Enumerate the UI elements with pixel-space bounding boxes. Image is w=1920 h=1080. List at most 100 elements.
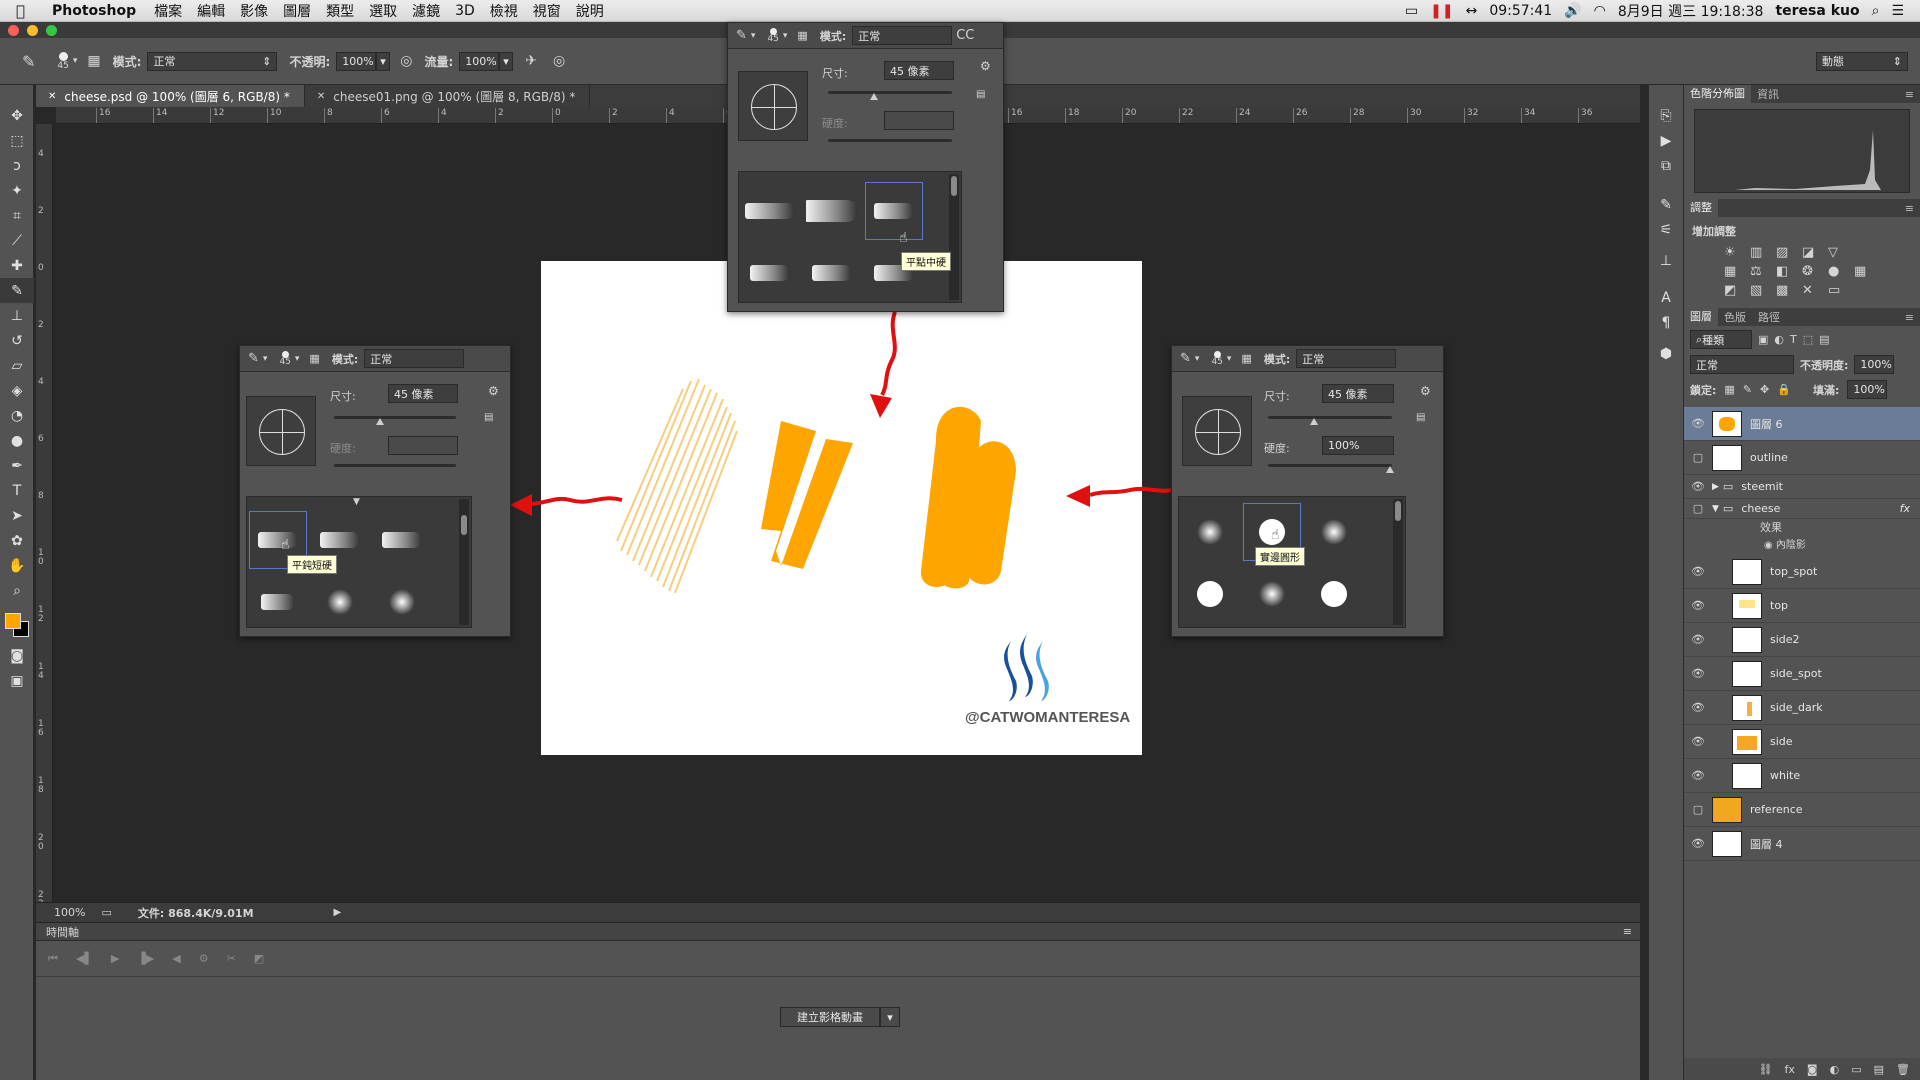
visibility-eye-icon[interactable]: 👁 (1684, 769, 1712, 782)
preset-fan-brush[interactable] (803, 182, 861, 240)
status-menu-arrow-icon[interactable]: ▶ (334, 907, 342, 918)
panel-menu-icon[interactable]: ≡ (1899, 311, 1920, 324)
gear-icon[interactable]: ⚙ (1420, 384, 1431, 398)
presets-scrollbar[interactable] (459, 499, 469, 625)
gear-icon[interactable]: ⚙ (980, 59, 991, 73)
size-slider[interactable] (334, 416, 456, 419)
gradient-map-icon[interactable]: ▭ (1828, 283, 1852, 298)
layer-opacity-field[interactable]: 100% (1854, 355, 1895, 374)
play-icon[interactable]: ▶ (111, 952, 119, 965)
brush-tool-icon[interactable]: ✎ (736, 28, 747, 43)
hardness-field[interactable] (884, 111, 954, 130)
selective-icon[interactable]: ✕ (1802, 283, 1826, 298)
preset-hard-round-3[interactable] (1305, 565, 1363, 623)
delete-layer-icon[interactable]: 🗑 (1896, 1063, 1910, 1076)
mode-select[interactable]: 正常 (1296, 349, 1397, 368)
3d-icon[interactable]: ⬢ (1649, 341, 1683, 366)
brush-presets-grid[interactable]: 實邊圓形 ☝ (1178, 496, 1406, 628)
brightness-icon[interactable]: ☀ (1724, 245, 1748, 260)
layer-row[interactable]: 👁 side (1684, 725, 1920, 759)
visibility-eye-icon[interactable]: 👁 (1684, 667, 1712, 680)
layer-kind-select[interactable]: ⌕ 種類 (1690, 330, 1752, 349)
mode-select[interactable]: 正常 (852, 26, 953, 45)
add-mask-icon[interactable]: ◙ (1807, 1063, 1818, 1076)
link-layers-icon[interactable]: ⛓ (1759, 1063, 1773, 1076)
character-icon[interactable]: A (1649, 285, 1683, 310)
brush-panel-icon[interactable]: ✎ (1649, 192, 1683, 217)
hardness-slider[interactable] (1268, 464, 1392, 467)
posterize-icon[interactable]: ▧ (1750, 283, 1774, 298)
curves-icon[interactable]: ▨ (1776, 245, 1800, 260)
brush-presets-grid[interactable]: ▼ 平鈍短硬 ☝ (246, 496, 472, 628)
hue-icon[interactable]: ▦ (1724, 264, 1748, 279)
proof-icon[interactable]: ▭ (101, 906, 111, 919)
presets-scrollbar[interactable] (949, 174, 959, 300)
visibility-eye-icon[interactable]: 👁 (1684, 633, 1712, 646)
panel-menu-icon[interactable]: ≡ (1623, 925, 1632, 938)
properties-icon[interactable]: ⧉ (1649, 153, 1683, 178)
new-adjustment-icon[interactable]: ◐ (1830, 1063, 1840, 1076)
layer-row[interactable]: 👁 side_spot (1684, 657, 1920, 691)
layer-row[interactable]: 👁 side2 (1684, 623, 1920, 657)
levels-icon[interactable]: ▥ (1750, 245, 1774, 260)
history-icon[interactable]: ⎘ (1649, 103, 1683, 128)
filter-pixel-icon[interactable]: ▣ (1758, 333, 1768, 346)
layer-row[interactable]: 👁 top_spot (1684, 555, 1920, 589)
exposure-icon[interactable]: ◪ (1802, 245, 1826, 260)
brush-panel-toggle-icon[interactable]: ▦ (797, 29, 807, 42)
blend-mode-select[interactable]: 正常 (1690, 355, 1794, 374)
preset-flat-medium[interactable] (865, 182, 923, 240)
size-slider[interactable] (1268, 416, 1392, 419)
filter-type-icon[interactable]: T (1790, 333, 1797, 346)
brush-tip-preview[interactable] (246, 396, 316, 466)
new-preset-icon[interactable]: ▤ (484, 412, 493, 423)
filter-adjust-icon[interactable]: ◐ (1774, 333, 1784, 346)
layer-row[interactable]: ▢ reference (1684, 793, 1920, 827)
brush-preset-picker[interactable]: 45 (1211, 350, 1223, 367)
expand-arrow-icon[interactable]: ▶ (1712, 482, 1719, 492)
first-frame-icon[interactable]: ⏮ (48, 952, 58, 966)
visibility-empty-icon[interactable]: ▢ (1684, 451, 1712, 464)
balance-icon[interactable]: ⚖ (1750, 264, 1774, 279)
lock-transparent-icon[interactable]: ▦ (1724, 383, 1734, 396)
gear-icon[interactable]: ⚙ (488, 384, 499, 398)
dropdown-arrow-icon[interactable]: ▾ (783, 31, 788, 41)
dropdown-arrow-icon[interactable]: ▾ (1195, 354, 1200, 364)
visibility-eye-icon[interactable]: 👁 (1684, 837, 1712, 850)
audio-icon[interactable]: ◀ (172, 952, 180, 965)
inner-shadow-effect[interactable]: ◉ 內陰影 (1684, 537, 1920, 555)
hardness-slider[interactable] (828, 139, 952, 142)
new-preset-icon[interactable]: ▤ (1416, 412, 1425, 423)
brush-preset-picker[interactable]: 45 (767, 27, 779, 44)
layer-group-row[interactable]: ▢ ▼ ▭ cheese fx (1684, 499, 1920, 519)
layer-row[interactable]: ▢ outline (1684, 441, 1920, 475)
size-slider[interactable] (828, 91, 952, 94)
lookup-icon[interactable]: ▦ (1854, 264, 1878, 279)
new-preset-icon[interactable]: ▤ (976, 89, 985, 100)
fx-menu-icon[interactable]: fx (1785, 1063, 1795, 1076)
tab-histogram[interactable]: 色階分佈圖 (1684, 85, 1751, 103)
preset-soft-round-2[interactable] (1305, 503, 1363, 561)
size-slider-knob[interactable] (870, 93, 878, 100)
tab-info[interactable]: 資訊 (1751, 86, 1785, 102)
hardness-slider[interactable] (334, 464, 456, 467)
create-dropdown-button[interactable]: ▾ (880, 1007, 900, 1027)
create-video-timeline-button[interactable]: 建立影格動畫 (780, 1007, 880, 1027)
tab-channels[interactable]: 色版 (1718, 309, 1752, 325)
mode-select[interactable]: 正常 (364, 349, 465, 368)
bw-icon[interactable]: ◧ (1776, 264, 1800, 279)
hardness-field[interactable]: 100% (1322, 436, 1394, 455)
brush-presets-grid[interactable]: 平點中硬 ☝ (738, 171, 962, 303)
layer-row[interactable]: 👁 圖層 4 (1684, 827, 1920, 861)
size-field[interactable]: 45 像素 (1322, 384, 1394, 403)
lock-paint-icon[interactable]: ✎ (1743, 383, 1752, 396)
visibility-empty-icon[interactable]: ▢ (1684, 803, 1712, 816)
zoom-level[interactable]: 100% (54, 906, 85, 919)
visibility-eye-icon[interactable]: 👁 (1684, 599, 1712, 612)
brush-preset-picker[interactable]: 45 (279, 350, 291, 367)
tab-paths[interactable]: 路徑 (1752, 309, 1786, 325)
preset-flat-4[interactable] (741, 244, 799, 302)
visibility-eye-icon[interactable]: 👁 (1684, 480, 1712, 493)
new-group-icon[interactable]: ▭ (1851, 1063, 1861, 1076)
layer-row[interactable]: 👁 white (1684, 759, 1920, 793)
